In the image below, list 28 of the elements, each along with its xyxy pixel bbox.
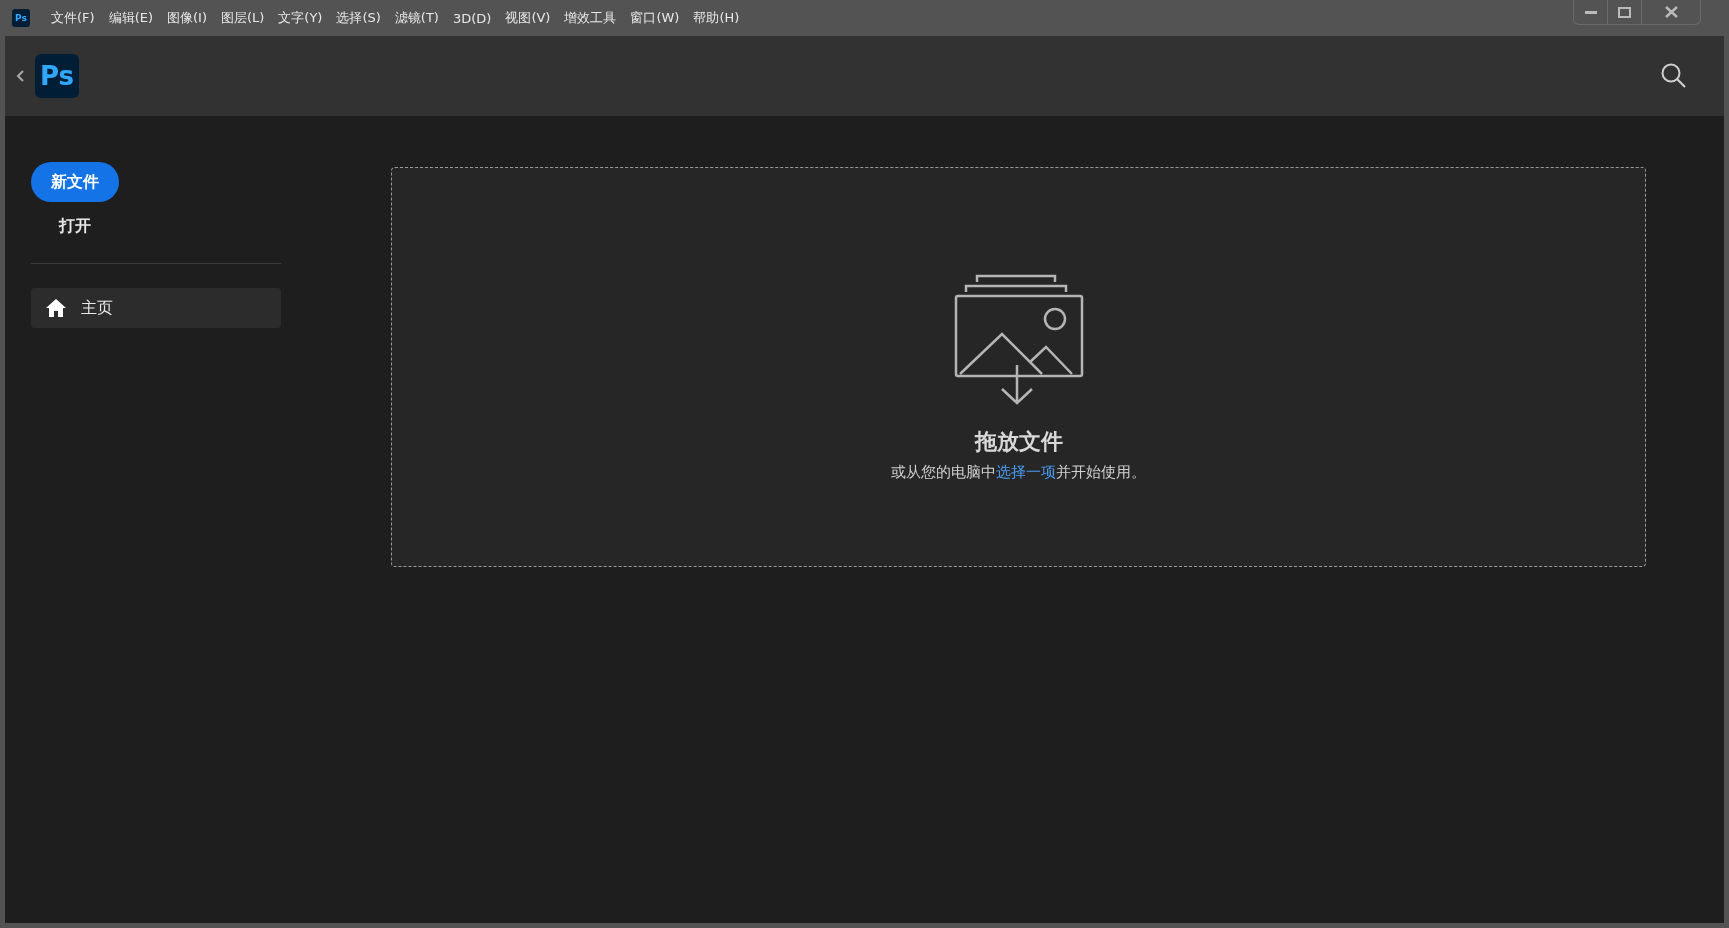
app-icon[interactable]: Ps [12, 9, 30, 27]
menu-item[interactable]: 编辑(E) [101, 6, 160, 30]
menu-item[interactable]: 图像(I) [160, 6, 214, 30]
menu-item[interactable]: 图层(L) [213, 6, 272, 30]
drop-title: 拖放文件 [974, 427, 1063, 456]
menu-item[interactable]: 选择(S) [329, 6, 388, 30]
new-file-button[interactable]: 新文件 [31, 162, 119, 202]
menu-item[interactable]: 滤镜(T) [387, 6, 446, 30]
maximize-icon [1618, 6, 1631, 18]
menu-item[interactable]: 文件(F) [44, 6, 102, 30]
open-button[interactable]: 打开 [31, 212, 91, 241]
menu-item[interactable]: 窗口(W) [623, 6, 687, 30]
home-icon [45, 298, 67, 318]
menu-item[interactable]: 文字(Y) [271, 6, 330, 30]
close-icon [1664, 6, 1678, 18]
search-icon[interactable] [1660, 62, 1688, 90]
menu-item[interactable]: 视图(V) [498, 6, 558, 30]
drop-zone[interactable]: 拖放文件 或从您的电脑中选择一项并开始使用。 [391, 167, 1646, 567]
menu-item[interactable]: 3D(D) [445, 6, 499, 30]
menu-item[interactable]: 增效工具 [557, 6, 624, 30]
back-icon[interactable] [15, 68, 27, 84]
drop-hint: 或从您的电脑中选择一项并开始使用。 [891, 462, 1146, 482]
home-nav-item[interactable]: 主页 [31, 288, 281, 328]
app-logo: Ps [35, 54, 79, 98]
select-link[interactable]: 选择一项 [996, 462, 1056, 481]
minimize-icon [1584, 10, 1597, 14]
image-drop-icon [953, 272, 1084, 405]
menu-item[interactable]: 帮助(H) [686, 6, 747, 30]
